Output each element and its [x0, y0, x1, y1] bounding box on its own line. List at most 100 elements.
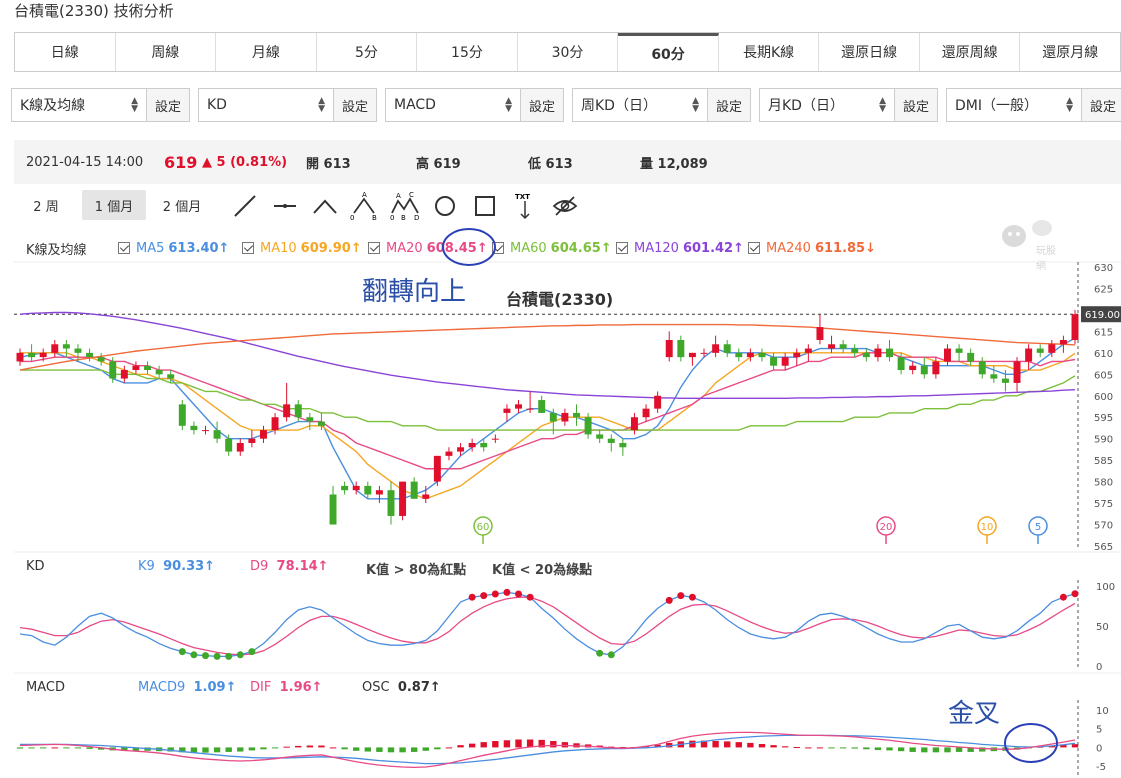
- candle-body: [1025, 348, 1033, 362]
- candle-body: [573, 412, 580, 418]
- settings-button-4[interactable]: 設定: [895, 89, 937, 121]
- kd-low-dot: [225, 652, 233, 660]
- osc-bar: [480, 742, 487, 748]
- ma-marker-circle: [1028, 516, 1048, 536]
- candle-body: [886, 348, 893, 358]
- main-ytick-label: 570: [1094, 521, 1113, 532]
- candle-body: [804, 348, 812, 353]
- horizontal-line-icon[interactable]: [270, 191, 300, 221]
- line-tool-icon[interactable]: [230, 191, 260, 221]
- macd-ytick-label: 5: [1096, 725, 1102, 736]
- kd-k-value: 90.33↑: [163, 559, 216, 574]
- settings-button-2[interactable]: 設定: [521, 89, 563, 121]
- main-ytick-label: 585: [1094, 456, 1113, 467]
- indicator-select-group-5: DMI（一般） ▲ ▼ 設定: [946, 88, 1121, 122]
- candle-body: [202, 430, 209, 432]
- candle-body: [109, 361, 117, 379]
- osc-bar: [747, 742, 754, 748]
- ma-legend-item-1[interactable]: MA10 609.90↑: [242, 241, 362, 256]
- osc-bar: [318, 745, 325, 748]
- tab-0[interactable]: 日線: [15, 33, 116, 71]
- candle-body: [515, 404, 522, 409]
- checkbox-icon[interactable]: [492, 242, 504, 254]
- osc-bar: [967, 747, 974, 752]
- tab-3[interactable]: 5分: [316, 33, 418, 71]
- osc-bar: [596, 745, 603, 748]
- watermark-text: 玩股網: [1036, 246, 1056, 272]
- candle-body: [538, 400, 546, 413]
- tab-6[interactable]: 60分: [618, 33, 719, 71]
- ma-legend-item-0[interactable]: MA5 613.40↑: [118, 241, 229, 256]
- settings-button-3[interactable]: 設定: [708, 89, 750, 121]
- indicator-select-4[interactable]: 月KD（日） ▲ ▼: [760, 89, 895, 121]
- candle-body: [132, 365, 140, 371]
- range-1-month-button[interactable]: 1 個月: [82, 190, 146, 220]
- candle-body: [225, 438, 233, 452]
- kd-d-label: D9: [250, 559, 269, 574]
- checkbox-icon[interactable]: [118, 242, 130, 254]
- tab-7[interactable]: 長期K線: [718, 33, 820, 71]
- abc-pattern-icon[interactable]: A 0 B: [350, 191, 380, 221]
- circle-tool-icon[interactable]: [430, 191, 460, 221]
- tool-abc-letter-a: A: [362, 191, 367, 199]
- checkbox-icon[interactable]: [616, 242, 628, 254]
- tab-2[interactable]: 月線: [216, 33, 317, 71]
- indicator-select-2[interactable]: MACD ▲ ▼: [386, 89, 521, 121]
- tab-1[interactable]: 周線: [115, 33, 217, 71]
- checkbox-icon[interactable]: [242, 242, 254, 254]
- range-2-months-button[interactable]: 2 個月: [150, 190, 214, 220]
- indicator-select-3[interactable]: 周KD（日） ▲ ▼: [573, 89, 708, 121]
- angle-line-icon[interactable]: [310, 191, 340, 221]
- tab-9[interactable]: 還原周線: [919, 33, 1021, 71]
- candle-body: [793, 352, 801, 358]
- osc-bar: [990, 747, 998, 752]
- osc-bar: [190, 747, 198, 753]
- ma-legend-label: MA60: [510, 240, 547, 256]
- ma-marker-circle: [977, 516, 997, 536]
- settings-button-5[interactable]: 設定: [1082, 89, 1121, 121]
- indicator-select-0[interactable]: K線及均線 ▲ ▼: [12, 89, 147, 121]
- osc-bar: [770, 745, 777, 748]
- settings-button-1[interactable]: 設定: [334, 89, 376, 121]
- macd-macd-label: MACD9: [138, 680, 186, 695]
- hide-eye-icon[interactable]: [550, 191, 580, 221]
- ma-legend-item-3[interactable]: MA60 604.65↑: [492, 241, 612, 256]
- ma-legend-item-4[interactable]: MA120 601.42↑: [616, 241, 744, 256]
- tab-4[interactable]: 15分: [417, 33, 518, 71]
- candle-body: [341, 485, 349, 491]
- macd-osc-legend: OSC 0.87↑: [362, 680, 441, 695]
- range-2-weeks-button[interactable]: 2 周: [14, 190, 78, 220]
- tab-8[interactable]: 還原日線: [819, 33, 920, 71]
- macd-title: MACD: [26, 680, 65, 695]
- checkbox-icon[interactable]: [368, 242, 380, 254]
- ma-legend-item-2[interactable]: MA20 608.45↑: [368, 241, 488, 256]
- macd-macd-value: 1.09↑: [193, 680, 237, 695]
- candle-body: [352, 485, 360, 491]
- settings-button-0[interactable]: 設定: [147, 89, 189, 121]
- osc-bar: [306, 745, 314, 748]
- kd-k-line: [19, 591, 1076, 658]
- indicator-select-group-2: MACD ▲ ▼ 設定: [385, 88, 564, 122]
- checkbox-icon[interactable]: [748, 242, 760, 254]
- main-ytick-label: 605: [1094, 370, 1113, 381]
- indicator-select-5[interactable]: DMI（一般） ▲ ▼: [947, 89, 1082, 121]
- tab-5[interactable]: 30分: [517, 33, 619, 71]
- ma-marker-label: 20: [880, 522, 893, 533]
- osc-bar: [619, 747, 627, 749]
- ma-legend-item-5[interactable]: MA240 611.85↓: [748, 241, 876, 256]
- ma-line-ma10: [20, 352, 1076, 500]
- osc-bar: [353, 747, 360, 751]
- osc-bar: [248, 747, 256, 751]
- osc-bar: [573, 743, 580, 748]
- indicator-select-1[interactable]: KD ▲ ▼: [199, 89, 334, 121]
- osc-bar: [202, 747, 209, 753]
- text-tool-icon[interactable]: TXT: [510, 191, 540, 221]
- osc-bar: [468, 743, 476, 748]
- candle-body: [781, 357, 789, 366]
- rectangle-tool-icon[interactable]: [470, 191, 500, 221]
- quote-volume: 量 12,089: [640, 156, 708, 172]
- osc-bar: [97, 747, 105, 750]
- candle-body: [735, 352, 743, 358]
- tab-10[interactable]: 還原月線: [1020, 33, 1121, 71]
- abcd-pattern-icon[interactable]: AC 0B D: [390, 191, 420, 221]
